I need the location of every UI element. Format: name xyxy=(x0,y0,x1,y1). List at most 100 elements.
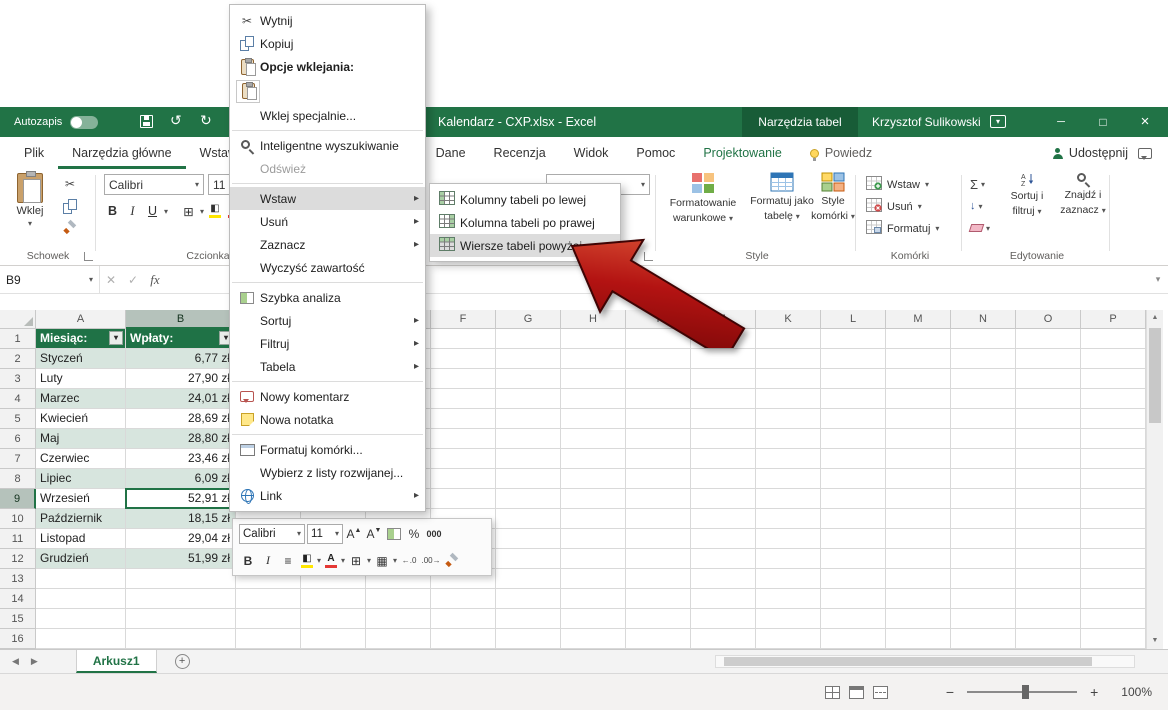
cell-P10[interactable] xyxy=(1081,509,1146,529)
cancel-icon[interactable]: ✕ xyxy=(100,273,122,287)
cell-L9[interactable] xyxy=(821,489,886,509)
scroll-up-icon[interactable]: ▲ xyxy=(1147,310,1163,326)
clear-button[interactable]: ▾ xyxy=(970,219,990,237)
cell-A3[interactable]: Luty xyxy=(36,369,126,389)
fill-button[interactable]: ↓▾ xyxy=(970,197,983,215)
cell-N15[interactable] xyxy=(951,609,1016,629)
row-header-6[interactable]: 6 xyxy=(0,429,36,449)
menu-item-szybka-analiza[interactable]: Szybka analiza xyxy=(230,286,425,309)
cell-J7[interactable] xyxy=(691,449,756,469)
cell-O4[interactable] xyxy=(1016,389,1081,409)
cell-F4[interactable] xyxy=(431,389,496,409)
column-header-N[interactable]: N xyxy=(951,310,1016,329)
cell-N2[interactable] xyxy=(951,349,1016,369)
cell-G1[interactable] xyxy=(496,329,561,349)
tab-widok[interactable]: Widok xyxy=(560,137,623,169)
mini-cell-style-button[interactable]: ▦ xyxy=(373,551,391,571)
cell-O12[interactable] xyxy=(1016,549,1081,569)
cell-H12[interactable] xyxy=(561,549,626,569)
cell-A14[interactable] xyxy=(36,589,126,609)
cell-A9[interactable]: Wrzesień xyxy=(36,489,126,509)
cell-K7[interactable] xyxy=(756,449,821,469)
row-header-3[interactable]: 3 xyxy=(0,369,36,389)
cell-M9[interactable] xyxy=(886,489,951,509)
cell-M16[interactable] xyxy=(886,629,951,649)
cell-M11[interactable] xyxy=(886,529,951,549)
cell-J4[interactable] xyxy=(691,389,756,409)
cell-K4[interactable] xyxy=(756,389,821,409)
cell-N11[interactable] xyxy=(951,529,1016,549)
menu-item-kopiuj[interactable]: Kopiuj xyxy=(230,32,425,55)
cell-F14[interactable] xyxy=(431,589,496,609)
cell-I8[interactable] xyxy=(626,469,691,489)
row-header-13[interactable]: 13 xyxy=(0,569,36,589)
cell-B3[interactable]: 27,90 zł xyxy=(126,369,236,389)
column-header-A[interactable]: A xyxy=(36,310,126,329)
menu-item-nowy-komentarz[interactable]: Nowy komentarz xyxy=(230,385,425,408)
cell-L15[interactable] xyxy=(821,609,886,629)
cell-I4[interactable] xyxy=(626,389,691,409)
cell-N1[interactable] xyxy=(951,329,1016,349)
cell-A7[interactable]: Czerwiec xyxy=(36,449,126,469)
cell-A4[interactable]: Marzec xyxy=(36,389,126,409)
cell-P1[interactable] xyxy=(1081,329,1146,349)
cell-G4[interactable] xyxy=(496,389,561,409)
share-button[interactable]: Udostępnij xyxy=(1053,137,1128,169)
cell-L5[interactable] xyxy=(821,409,886,429)
cell-B5[interactable]: 28,69 zł xyxy=(126,409,236,429)
horizontal-scroll-thumb[interactable] xyxy=(724,657,1092,666)
fill-color-button[interactable]: ◧ xyxy=(207,204,223,218)
grow-font-button[interactable]: A▲ xyxy=(345,524,363,544)
cell-G7[interactable] xyxy=(496,449,561,469)
menu-item-wstaw[interactable]: Wstaw▸ xyxy=(230,187,425,210)
cell-E14[interactable] xyxy=(366,589,431,609)
cell-F7[interactable] xyxy=(431,449,496,469)
cell-N12[interactable] xyxy=(951,549,1016,569)
cell-G2[interactable] xyxy=(496,349,561,369)
cell-M1[interactable] xyxy=(886,329,951,349)
format-table-icon[interactable] xyxy=(385,524,403,544)
cell-M14[interactable] xyxy=(886,589,951,609)
mini-format-painter-button[interactable] xyxy=(443,551,461,571)
row-header-14[interactable]: 14 xyxy=(0,589,36,609)
cell-P12[interactable] xyxy=(1081,549,1146,569)
cell-I3[interactable] xyxy=(626,369,691,389)
vertical-scroll-thumb[interactable] xyxy=(1149,328,1161,423)
cell-N7[interactable] xyxy=(951,449,1016,469)
cell-L14[interactable] xyxy=(821,589,886,609)
cell-F2[interactable] xyxy=(431,349,496,369)
cell-H15[interactable] xyxy=(561,609,626,629)
cell-G8[interactable] xyxy=(496,469,561,489)
align-center-button[interactable]: ≡ xyxy=(279,551,297,571)
paste-button[interactable]: Wklej ▾ xyxy=(6,173,54,245)
cell-B9[interactable]: 52,91 zł xyxy=(126,489,236,509)
cell-L13[interactable] xyxy=(821,569,886,589)
select-all-corner[interactable] xyxy=(0,310,36,329)
cell-M12[interactable] xyxy=(886,549,951,569)
cell-H5[interactable] xyxy=(561,409,626,429)
cell-B15[interactable] xyxy=(126,609,236,629)
copy-button[interactable] xyxy=(58,197,82,215)
cell-L16[interactable] xyxy=(821,629,886,649)
cell-C14[interactable] xyxy=(236,589,301,609)
cell-P3[interactable] xyxy=(1081,369,1146,389)
name-box-dropdown-icon[interactable]: ▾ xyxy=(89,275,93,284)
autosum-button[interactable]: Σ▾ xyxy=(970,175,985,193)
menu-item-nowa-notatka[interactable]: Nowa notatka xyxy=(230,408,425,431)
cell-A8[interactable]: Lipiec xyxy=(36,469,126,489)
cell-K6[interactable] xyxy=(756,429,821,449)
cell-G12[interactable] xyxy=(496,549,561,569)
find-select-button[interactable]: Znajdź i zaznacz ▾ xyxy=(1056,172,1110,217)
cell-F8[interactable] xyxy=(431,469,496,489)
cell-H4[interactable] xyxy=(561,389,626,409)
cell-O11[interactable] xyxy=(1016,529,1081,549)
cell-I2[interactable] xyxy=(626,349,691,369)
cell-B11[interactable]: 29,04 zł xyxy=(126,529,236,549)
cell-B6[interactable]: 28,80 zł xyxy=(126,429,236,449)
italic-button[interactable]: I xyxy=(124,202,141,221)
cell-O15[interactable] xyxy=(1016,609,1081,629)
tab-plik[interactable]: Plik xyxy=(10,137,58,169)
cell-N16[interactable] xyxy=(951,629,1016,649)
paste-option-box[interactable] xyxy=(236,80,260,103)
column-header-F[interactable]: F xyxy=(431,310,496,329)
